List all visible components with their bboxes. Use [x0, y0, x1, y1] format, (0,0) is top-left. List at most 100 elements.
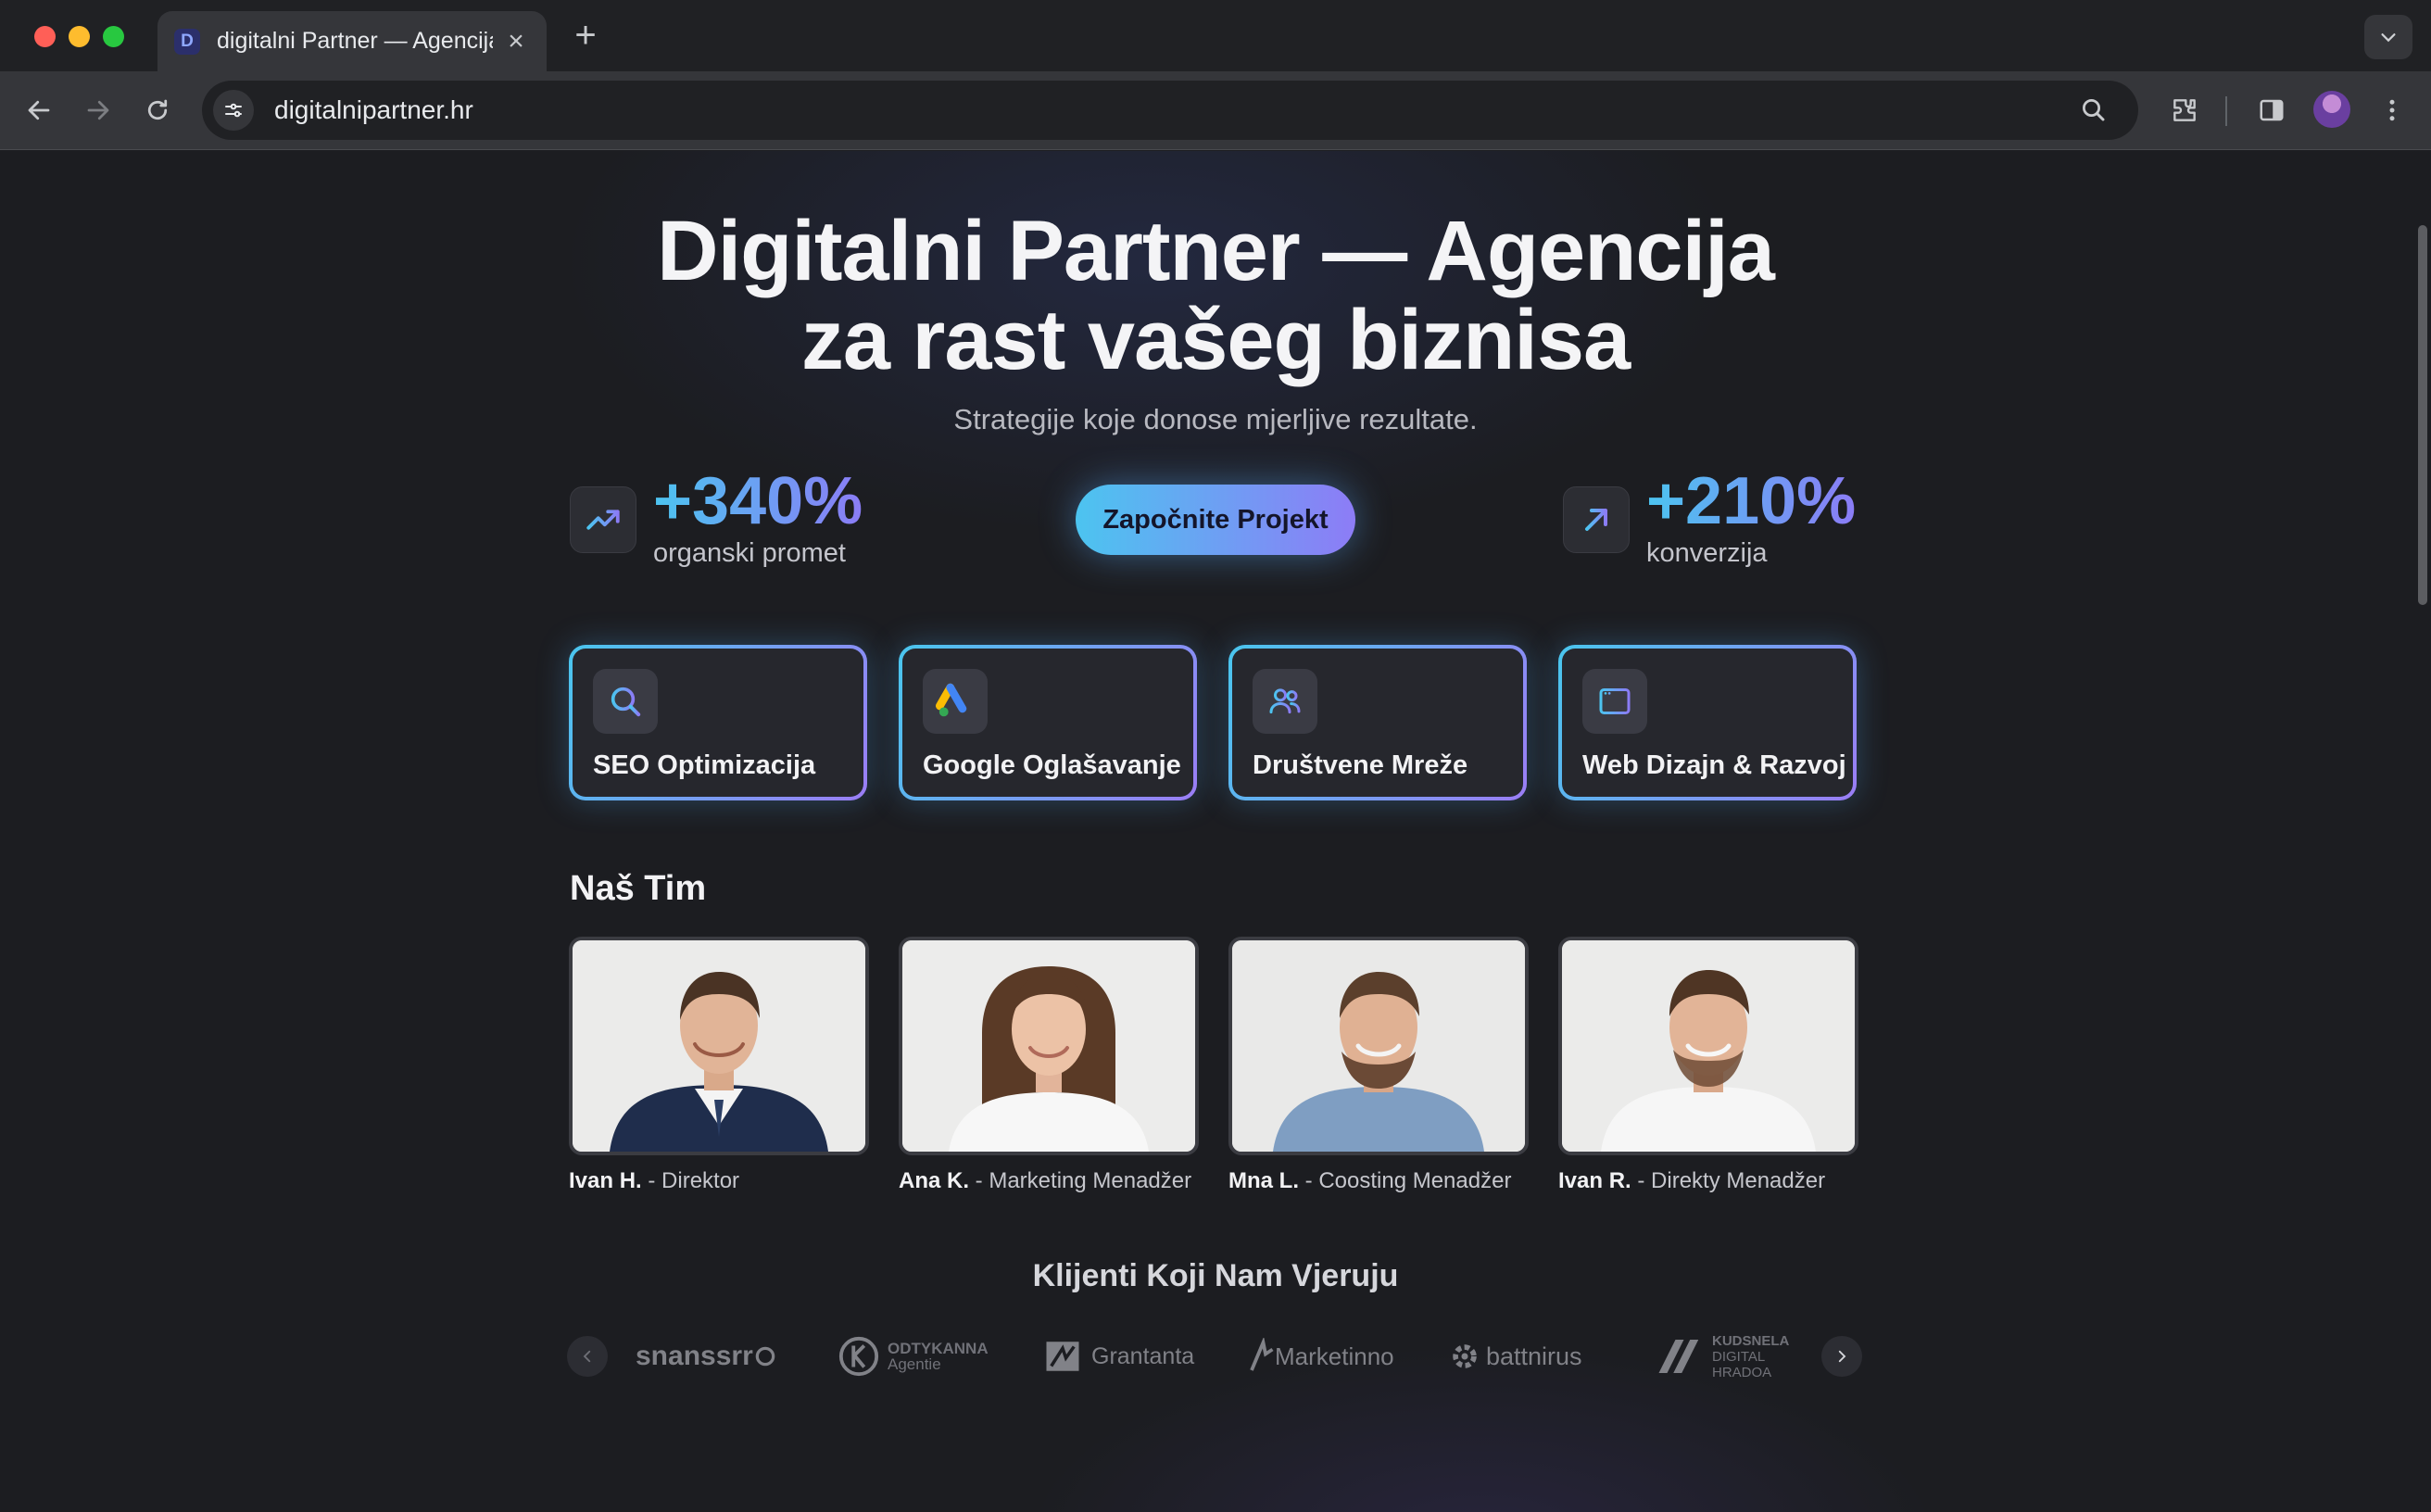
hero-subtitle: Strategije koje donose mjerljive rezulta…	[953, 403, 1478, 435]
grantanta-logo-mark-icon	[1046, 1342, 1079, 1371]
team-member-photo	[569, 937, 869, 1155]
team-member-name: Ivan R.	[1558, 1168, 1631, 1193]
team-member-photo	[899, 937, 1199, 1155]
stat-conversion: +210% konverzija	[1563, 466, 1856, 569]
marketinno-logo-mark-icon	[1250, 1338, 1274, 1371]
browser-toolbar: digitalnipartner.hr	[0, 71, 2431, 150]
service-card-google-ads[interactable]: Google Oglašavanje	[899, 645, 1197, 800]
trending-up-icon	[570, 486, 636, 553]
team-member-role: - Direkty Menadžer	[1631, 1168, 1826, 1193]
swirl-logo-mark-icon	[755, 1346, 775, 1367]
team-member-name: Ana K.	[899, 1168, 970, 1193]
chevron-left-icon	[583, 1350, 591, 1363]
url-text[interactable]: digitalnipartner.hr	[274, 95, 2075, 125]
team-member-photo	[1228, 937, 1529, 1155]
reload-icon	[147, 99, 168, 120]
stat-organic-traffic: +340% organski promet	[570, 466, 863, 569]
client-logo-name: Marketinno	[1275, 1342, 1394, 1370]
client-logo-name: KUDSNELA	[1712, 1332, 1790, 1349]
client-logo-sub: Agentie	[888, 1355, 941, 1373]
service-card-social-media[interactable]: Društvene Mreže	[1228, 645, 1527, 800]
stat-value: +340%	[653, 464, 863, 538]
stat-label: konverzija	[1646, 538, 1768, 568]
favicon-icon: D	[174, 28, 200, 55]
team-member-card[interactable]: Mna L. - Coosting Menadžer	[1228, 937, 1529, 1194]
new-tab-button[interactable]: +	[567, 17, 604, 54]
clients-heading: Klijenti Koji Nam Vjeruju	[1032, 1258, 1399, 1293]
chevron-right-icon	[1838, 1350, 1846, 1363]
team-heading: Naš Tim	[570, 869, 707, 908]
close-window-button[interactable]	[34, 26, 56, 47]
page-viewport: Digitalni Partner — Agencija za rast vaš…	[0, 151, 2431, 1512]
stat-label: organski promet	[653, 538, 846, 568]
client-logo: Marketinno	[1247, 1329, 1394, 1384]
search-icon	[593, 669, 658, 734]
browser-tab-bar: D digitalni Partner — Agencija × +	[0, 0, 2431, 71]
tab-title: digitalni Partner — Agencija	[217, 28, 493, 54]
tab-search-button[interactable]	[2364, 15, 2412, 59]
zoom-search-icon[interactable]	[2075, 92, 2112, 129]
team-member-role: - Coosting Menadžer	[1299, 1168, 1512, 1193]
client-logo: KUDSNELA DIGITAL HRADOA	[1655, 1329, 1789, 1384]
k-circle-logo-mark-icon	[838, 1336, 879, 1377]
scrollbar-thumb[interactable]	[2418, 225, 2427, 605]
stat-value: +210%	[1646, 464, 1857, 538]
team-member-role: - Direktor	[641, 1168, 740, 1193]
client-logo: snanssrr	[636, 1329, 777, 1384]
tab-close-icon[interactable]: ×	[502, 26, 530, 57]
client-logo-name: battnirus	[1486, 1342, 1582, 1370]
team-member-name: Ivan H.	[569, 1168, 642, 1193]
browser-tab[interactable]: D digitalni Partner — Agencija ×	[157, 11, 547, 71]
kudsnela-logo-mark-icon	[1658, 1340, 1699, 1373]
google-ads-icon	[923, 669, 988, 734]
back-button[interactable]	[19, 90, 59, 131]
client-logo-name: ODTYKANNA	[888, 1340, 989, 1357]
service-card-web-design[interactable]: Web Dizajn & Razvoj	[1558, 645, 1857, 800]
maximize-window-button[interactable]	[103, 26, 124, 47]
team-member-caption: Ivan R. - Direkty Menadžer	[1558, 1168, 1858, 1194]
arrow-left-icon	[28, 100, 50, 120]
service-label: SEO Optimizacija	[593, 750, 816, 780]
arrow-right-icon	[87, 100, 109, 120]
forward-button[interactable]	[78, 90, 119, 131]
service-card-seo[interactable]: SEO Optimizacija	[569, 645, 867, 800]
team-member-card[interactable]: Ivan H. - Direktor	[569, 937, 869, 1194]
site-info-icon[interactable]	[213, 90, 254, 131]
address-bar[interactable]: digitalnipartner.hr	[202, 81, 2138, 140]
gear-logo-mark-icon	[1453, 1344, 1477, 1368]
service-label: Web Dizajn & Razvoj	[1582, 750, 1846, 780]
team-member-caption: Mna L. - Coosting Menadžer	[1228, 1168, 1529, 1194]
service-label: Google Oglašavanje	[923, 750, 1181, 780]
team-member-card[interactable]: Ana K. - Marketing Menadžer	[899, 937, 1199, 1194]
team-member-caption: Ana K. - Marketing Menadžer	[899, 1168, 1199, 1194]
extensions-icon[interactable]	[2164, 90, 2205, 131]
client-logo: battnirus	[1449, 1329, 1582, 1384]
client-logo-sub: DIGITAL HRADOA	[1712, 1348, 1772, 1380]
client-logo-name: Grantanta	[1091, 1342, 1195, 1369]
users-icon	[1253, 669, 1317, 734]
team-member-card[interactable]: Ivan R. - Direkty Menadžer	[1558, 937, 1858, 1194]
team-member-photo	[1558, 937, 1858, 1155]
arrow-up-right-icon	[1563, 486, 1630, 553]
team-member-role: - Marketing Menadžer	[969, 1168, 1192, 1193]
start-project-button[interactable]: Započnite Projekt	[1076, 485, 1355, 555]
hero-title-line1: Digitalni Partner — Agencija	[657, 204, 1775, 298]
browser-menu-icon[interactable]	[2372, 90, 2412, 131]
client-logo-name: snanssrr	[636, 1341, 753, 1371]
service-label: Društvene Mreže	[1253, 750, 1468, 780]
client-logo: ODTYKANNA Agentie	[838, 1329, 989, 1384]
toolbar-divider	[2225, 96, 2227, 126]
carousel-prev-button[interactable]	[567, 1336, 608, 1377]
carousel-next-button[interactable]	[1821, 1336, 1862, 1377]
side-panel-icon[interactable]	[2251, 90, 2292, 131]
client-logo: Grantanta	[1043, 1329, 1194, 1384]
team-member-caption: Ivan H. - Direktor	[569, 1168, 869, 1194]
team-member-name: Mna L.	[1228, 1168, 1299, 1193]
minimize-window-button[interactable]	[69, 26, 90, 47]
reload-button[interactable]	[137, 90, 178, 131]
browser-window-icon	[1582, 669, 1647, 734]
hero-title: Digitalni Partner — Agencija za rast vaš…	[289, 207, 2142, 384]
profile-avatar[interactable]	[2313, 91, 2350, 128]
hero-title-line2: za rast vašeg biznisa	[800, 293, 1631, 387]
chevron-down-icon	[2381, 33, 2396, 43]
